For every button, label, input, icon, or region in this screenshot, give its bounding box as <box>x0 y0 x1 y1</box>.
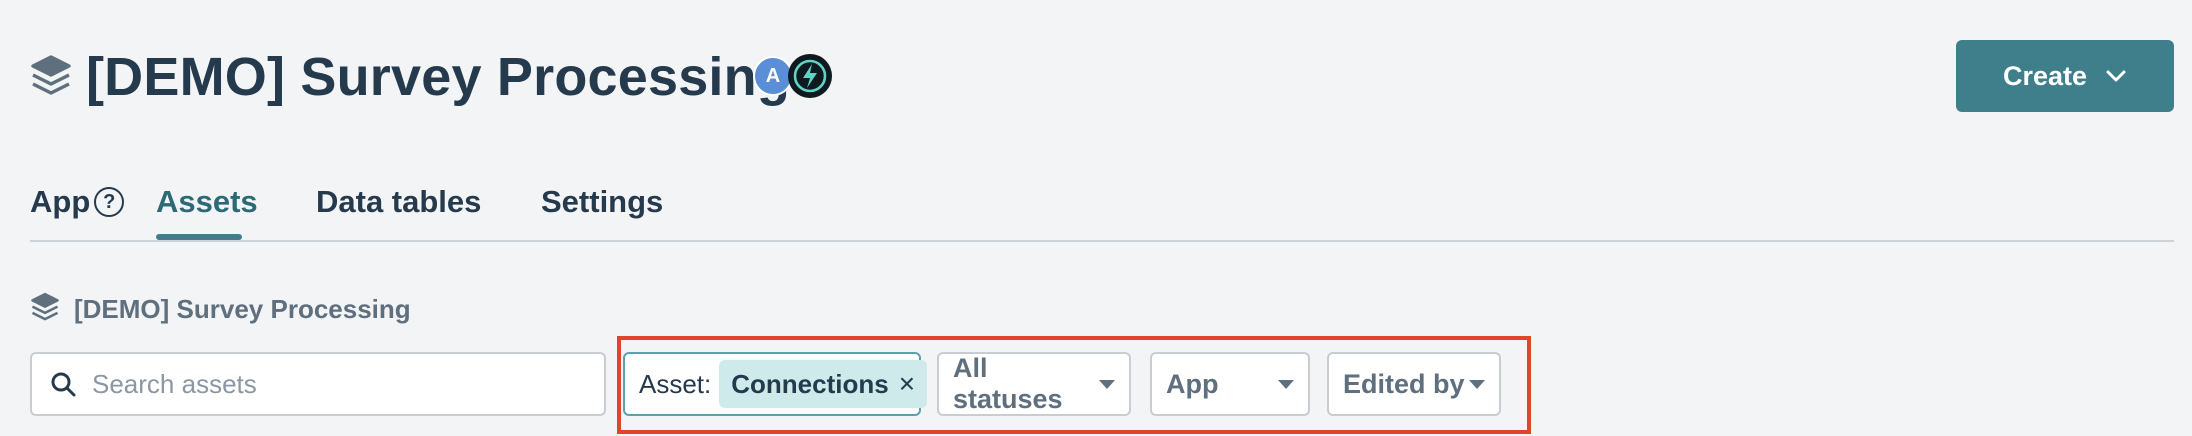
lightning-avatar[interactable] <box>788 54 832 98</box>
breadcrumb[interactable]: [DEMO] Survey Processing <box>74 292 411 326</box>
page-title: [DEMO] Survey Processing <box>86 47 791 107</box>
tab-settings[interactable]: Settings <box>541 180 663 224</box>
edited-by-dropdown[interactable]: Edited by <box>1327 352 1501 416</box>
create-button[interactable]: Create <box>1956 40 2174 112</box>
avatar[interactable]: A <box>753 56 793 96</box>
active-tab-indicator <box>156 234 242 240</box>
stack-icon <box>31 55 71 95</box>
lightning-icon <box>793 59 827 93</box>
status-dropdown-label: All statuses <box>953 353 1063 414</box>
create-button-label: Create <box>2002 60 2088 91</box>
tab-assets[interactable]: Assets <box>156 180 258 224</box>
asset-filter-label: Asset: <box>639 368 712 399</box>
edited-by-dropdown-label: Edited by <box>1343 368 1465 399</box>
tab-data-tables[interactable]: Data tables <box>316 180 481 224</box>
tab-app-label: App <box>30 184 91 219</box>
caret-down-icon <box>1469 379 1485 389</box>
search-icon <box>51 372 76 397</box>
asset-filter[interactable]: Asset: Connections × <box>623 352 928 416</box>
search-input[interactable] <box>92 368 572 400</box>
tab-app[interactable]: App ? <box>30 180 125 224</box>
asset-chip-label: Connections <box>731 368 889 399</box>
chevron-down-icon <box>2106 70 2126 82</box>
search-field[interactable] <box>30 352 606 416</box>
help-icon[interactable]: ? <box>94 187 125 217</box>
tabs-divider <box>30 240 2174 242</box>
app-dropdown[interactable]: App <box>1150 352 1310 416</box>
asset-chip[interactable]: Connections × <box>719 360 928 408</box>
caret-down-icon <box>1278 379 1294 389</box>
stack-icon <box>31 292 59 321</box>
app-dropdown-label: App <box>1166 368 1219 399</box>
caret-down-icon <box>1099 379 1115 389</box>
close-icon[interactable]: × <box>899 370 915 398</box>
status-dropdown[interactable]: All statuses <box>937 352 1131 416</box>
